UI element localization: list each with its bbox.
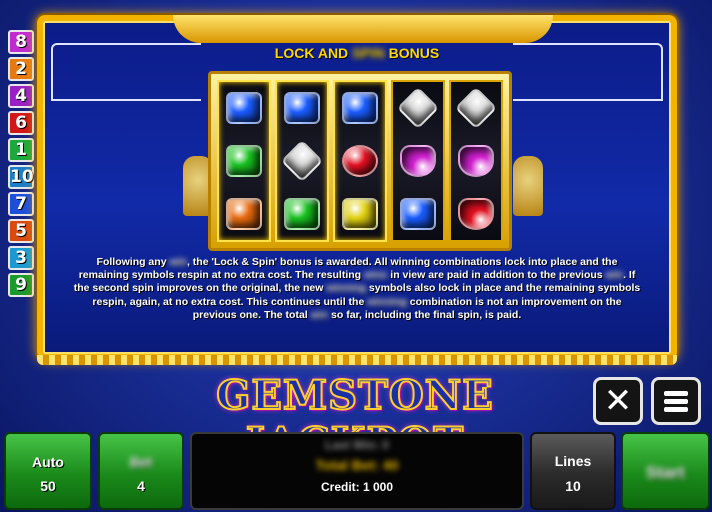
purple-amethyst-icon [458,144,494,177]
reel [333,80,387,242]
frame-fringe [37,355,677,365]
total-bet-text: Total Bet: 40 [315,457,399,473]
green-emerald-icon [226,144,262,177]
red-ruby-symbol [338,139,382,183]
payline-badges: 8 2 4 6 1 10 7 5 3 9 [8,30,36,300]
lines-button[interactable]: Lines 10 [530,432,616,510]
blue-sapphire-symbol [338,86,382,130]
blue-sapphire-icon [226,92,262,125]
payline-badge: 10 [8,165,34,189]
green-emerald-icon [284,197,320,230]
payline-badge: 8 [8,30,34,54]
credit-text: Credit: 1 000 [320,480,394,494]
auto-value: 50 [40,478,56,494]
payline-badge: 9 [8,273,34,297]
payline-badge: 3 [8,246,34,270]
yellow-citrine-symbol [338,192,382,236]
red-ruby-icon [458,197,494,230]
green-emerald-symbol [222,139,266,183]
auto-label: Auto [32,454,64,470]
bonus-title-post: BONUS [388,45,440,61]
blue-sapphire-icon [400,197,436,230]
close-button[interactable]: ✕ [593,377,643,425]
lines-value: 10 [565,478,581,494]
help-text-blurred-word: winning [367,295,407,308]
bet-button[interactable]: Bet 4 [98,432,184,510]
bonus-title: LOCK AND SPIN BONUS [43,45,671,61]
payline-badge: 1 [8,138,34,162]
info-panel: Last Win: 0 Total Bet: 40 Credit: 1 000 [190,432,524,510]
blue-sapphire-symbol [222,86,266,130]
help-text-blurred-word: win [169,256,187,268]
bet-label: Bet [129,454,153,470]
help-page-frame: LOCK AND SPIN BONUS Following any win, t… [37,15,677,360]
help-text-blurred-word: wins [364,269,388,282]
payline-badge: 7 [8,192,34,216]
control-bar: Auto 50 Bet 4 Last Win: 0 Total Bet: 40 … [0,430,712,512]
white-diamond-icon [454,87,498,130]
blue-sapphire-icon [342,92,378,125]
blue-sapphire-icon [284,92,320,125]
payline-badge: 4 [8,84,34,108]
help-text-blurred-word: win [310,308,329,321]
start-label: Start [646,463,685,482]
white-diamond-symbol [396,86,440,130]
white-diamond-icon [396,87,440,130]
start-button[interactable]: Start [621,432,710,510]
white-diamond-icon [280,139,324,183]
help-text-segment: so far, including the final spin, is pai… [328,308,522,321]
bonus-title-pre: LOCK AND [274,45,349,61]
orange-topaz-icon [226,197,262,230]
red-ruby-icon [342,144,378,177]
purple-amethyst-symbol [396,139,440,183]
help-text: Following any win, the 'Lock & Spin' bon… [71,256,643,322]
yellow-citrine-icon [342,197,378,230]
green-emerald-symbol [280,192,324,236]
blue-sapphire-symbol [280,86,324,130]
reel [449,80,503,242]
white-diamond-symbol [280,139,324,183]
help-text-blurred-word: winning [326,282,367,295]
lines-label: Lines [554,453,592,469]
last-win-text: Last Win: 0 [325,438,389,452]
help-text-segment: in view are paid in addition to the prev… [387,269,606,282]
menu-button[interactable] [651,377,701,425]
blue-sapphire-symbol [396,192,440,236]
reel [275,80,329,242]
reel-grid [208,71,512,251]
close-icon: ✕ [603,381,633,421]
red-ruby-symbol [454,192,498,236]
payline-badge: 6 [8,111,34,135]
help-text-blurred-word: win [605,269,624,282]
menu-icon [664,388,688,415]
reel [217,80,271,242]
payline-badge: 2 [8,57,34,81]
purple-amethyst-icon [400,144,436,177]
auto-button[interactable]: Auto 50 [4,432,92,510]
payline-badge: 5 [8,219,34,243]
scroll-ornament-right [513,156,543,216]
purple-amethyst-symbol [454,139,498,183]
bonus-title-blurred: SPIN [352,45,385,61]
orange-topaz-symbol [222,192,266,236]
white-diamond-symbol [454,86,498,130]
reel [391,80,445,242]
bet-value: 4 [137,478,145,494]
help-text-segment: Following any [96,256,170,268]
frame-crest [173,15,553,43]
